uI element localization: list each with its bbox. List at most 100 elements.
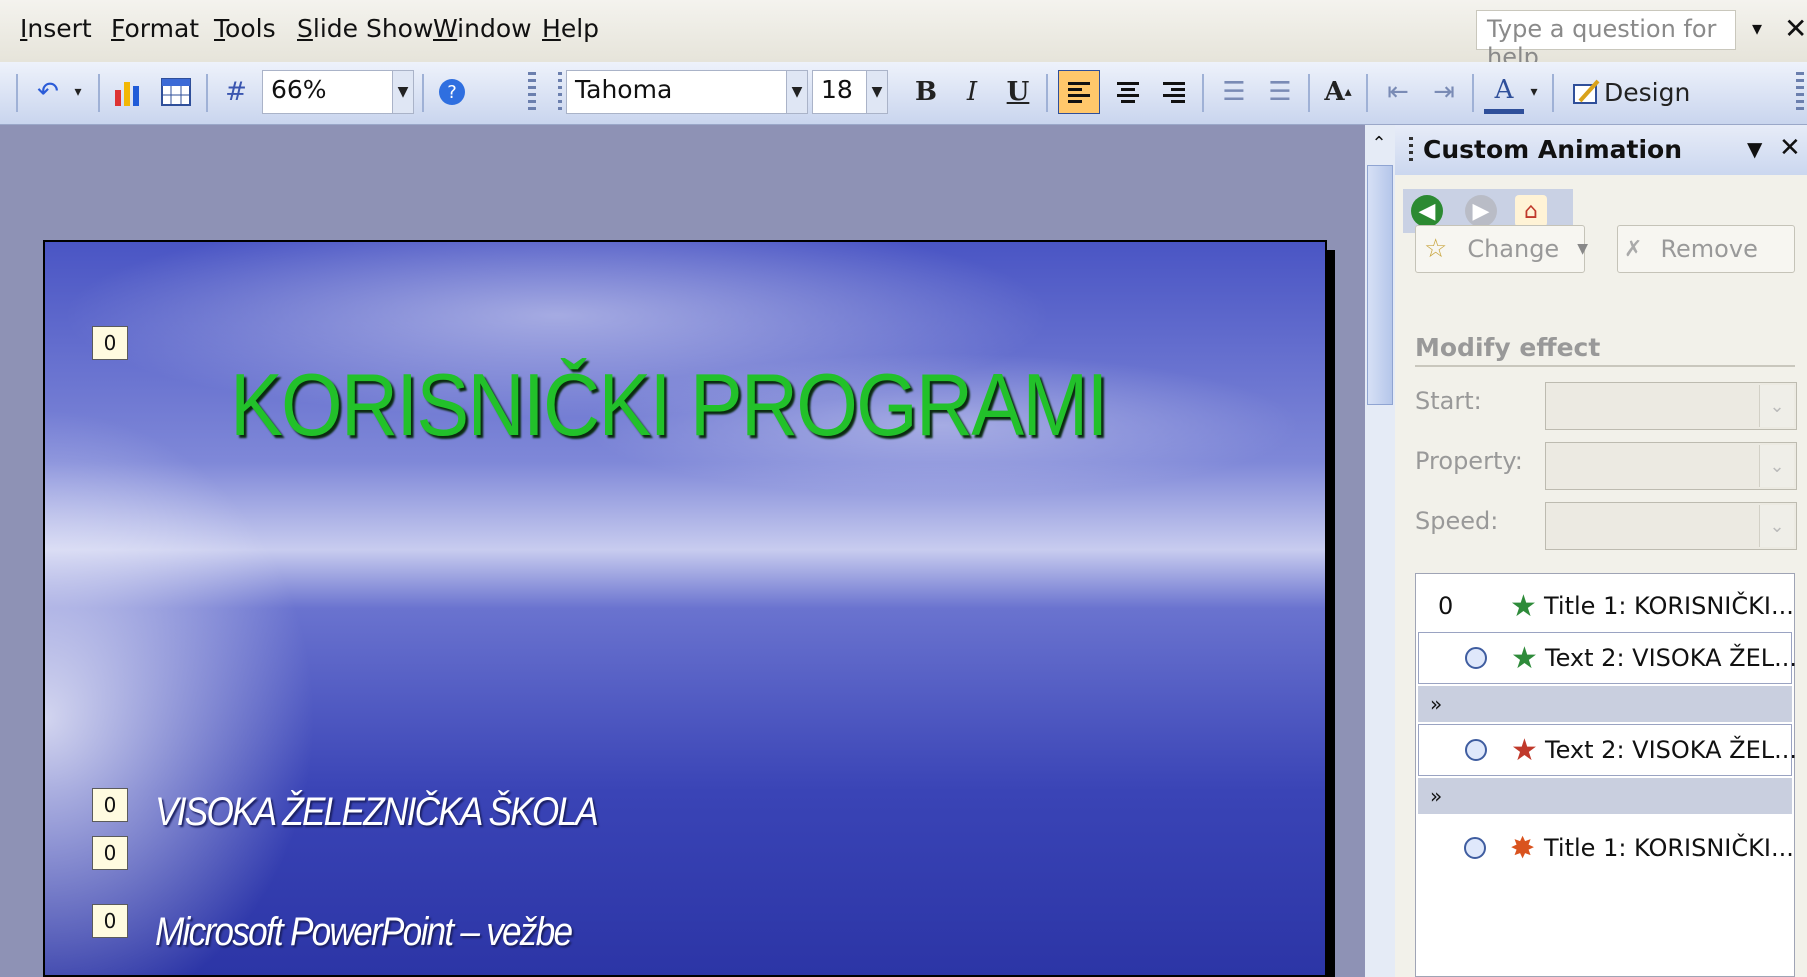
undo-dropdown-icon[interactable]: ▾	[68, 70, 88, 114]
numbering-icon[interactable]: ☰	[1214, 70, 1254, 114]
design-button[interactable]: Design	[1604, 70, 1690, 114]
list-item[interactable]: 0 ★ Title 1: KORISNIČKI...	[1418, 580, 1794, 632]
item-label: Text 2: VISOKA ŽEL...	[1545, 644, 1797, 672]
pane-grip[interactable]	[1409, 137, 1413, 165]
animation-tag[interactable]: 0	[92, 836, 128, 870]
expand-bar[interactable]: »	[1418, 686, 1792, 722]
toolbar-grip[interactable]	[558, 72, 562, 114]
animation-tag[interactable]: 0	[92, 326, 128, 360]
help-search-input[interactable]: Type a question for help	[1476, 10, 1736, 71]
formatting-toolbar: ↶ ▾ # 66% ▼ ? Tahoma ▼ 18 ▼ B I U ☰ ☰ A ▴…	[0, 62, 1807, 125]
design-icon[interactable]	[1568, 70, 1604, 114]
close-icon[interactable]: ✕	[1784, 12, 1807, 45]
slide-title[interactable]: KORISNIČKI PROGRAMI	[230, 354, 1109, 456]
property-select[interactable]: ⌄	[1545, 442, 1797, 490]
grid-icon[interactable]: #	[216, 70, 256, 114]
toolbar-overflow[interactable]	[1796, 72, 1804, 114]
toolbar-separator	[1202, 74, 1204, 112]
expand-chevron-icon[interactable]: »	[1430, 784, 1442, 808]
slide-canvas[interactable]: 0 KORISNIČKI PROGRAMI 0 0 VISOKA ŽELEZNI…	[43, 240, 1327, 977]
underline-button[interactable]: U	[998, 70, 1038, 114]
toolbar-separator	[1552, 74, 1554, 112]
forward-icon[interactable]: ▶	[1465, 195, 1497, 227]
scroll-thumb[interactable]	[1367, 165, 1393, 405]
toolbar-separator	[16, 74, 18, 112]
menu-format[interactable]: Format	[111, 14, 199, 43]
task-pane-header: Custom Animation ▼ ✕	[1395, 125, 1807, 175]
font-color-dropdown-icon[interactable]: ▾	[1524, 70, 1544, 114]
list-item[interactable]: ★ Text 2: VISOKA ŽEL...	[1418, 632, 1797, 684]
menu-help[interactable]: Help	[542, 14, 599, 43]
animation-list: 0 ★ Title 1: KORISNIČKI... ★ Text 2: VIS…	[1415, 573, 1797, 977]
list-item[interactable]: ✸ Title 1: KORISNIČKI...	[1418, 822, 1794, 874]
toolbar-separator	[422, 74, 424, 112]
scroll-up-icon[interactable]: ⌃	[1365, 129, 1393, 157]
italic-button[interactable]: I	[952, 70, 992, 114]
back-icon[interactable]: ◀	[1411, 195, 1443, 227]
menu-window[interactable]: Window	[433, 14, 532, 43]
remove-icon: ✗	[1624, 236, 1643, 262]
remove-button[interactable]: ✗ Remove	[1617, 225, 1795, 273]
item-label: Text 2: VISOKA ŽEL...	[1545, 736, 1797, 764]
toolbar-grip[interactable]	[528, 72, 536, 114]
slide-shadow	[1327, 250, 1335, 977]
toolbar-separator	[206, 74, 208, 112]
help-dropdown-icon[interactable]: ▾	[1752, 16, 1762, 40]
emphasis-star-icon: ✸	[1510, 830, 1536, 866]
section-divider	[1415, 365, 1795, 367]
decrease-indent-icon[interactable]: ⇤	[1378, 70, 1418, 114]
entrance-star-icon: ★	[1510, 588, 1537, 624]
slide-subtitle-line-1[interactable]: VISOKA ŽELEZNIČKA ŠKOLA	[155, 790, 599, 835]
clock-icon	[1465, 647, 1487, 669]
slide-subtitle-line-2[interactable]: Microsoft PowerPoint – vežbe	[155, 910, 573, 955]
zoom-dropdown-icon[interactable]: ▼	[392, 70, 414, 114]
start-select[interactable]: ⌄	[1545, 382, 1797, 430]
font-size-select[interactable]: 18	[812, 70, 870, 114]
help-icon[interactable]: ?	[432, 70, 472, 114]
entrance-star-icon: ★	[1511, 640, 1538, 676]
chevron-down-icon[interactable]: ⌄	[1759, 505, 1794, 547]
menu-insert[interactable]: Insert	[20, 14, 92, 43]
list-item[interactable]: ★ Text 2: VISOKA ŽEL...	[1418, 724, 1797, 776]
toolbar-separator	[1366, 74, 1368, 112]
menu-tools[interactable]: Tools	[214, 14, 276, 43]
bullets-icon[interactable]: ☰	[1260, 70, 1300, 114]
expand-chevron-icon[interactable]: »	[1430, 692, 1442, 716]
pane-close-icon[interactable]: ✕	[1779, 133, 1801, 163]
chevron-down-icon[interactable]: ⌄	[1759, 385, 1794, 427]
font-dropdown-icon[interactable]: ▼	[786, 70, 808, 114]
modify-effect-heading: Modify effect	[1415, 333, 1601, 362]
chart-icon[interactable]	[108, 70, 148, 114]
menu-slide-show[interactable]: Slide Show	[297, 14, 433, 43]
speed-select[interactable]: ⌄	[1545, 502, 1797, 550]
table-icon[interactable]	[156, 70, 196, 114]
vertical-scrollbar[interactable]: ⌃	[1365, 125, 1395, 977]
exit-star-icon: ★	[1511, 732, 1538, 768]
speed-label: Speed:	[1415, 507, 1499, 535]
change-button[interactable]: ☆ Change ▼	[1415, 225, 1588, 273]
undo-icon[interactable]: ↶	[30, 70, 66, 114]
grow-font-icon[interactable]: A ▴	[1318, 70, 1358, 114]
zoom-select[interactable]: 66%	[262, 70, 402, 114]
clock-icon	[1465, 739, 1487, 761]
bold-button[interactable]: B	[906, 70, 946, 114]
align-right-icon[interactable]	[1154, 70, 1194, 114]
clock-icon	[1464, 837, 1486, 859]
change-label: Change	[1467, 235, 1560, 263]
expand-bar[interactable]: »	[1418, 778, 1792, 814]
home-icon[interactable]: ⌂	[1515, 195, 1547, 227]
animation-tag[interactable]: 0	[92, 904, 128, 938]
change-dropdown-icon: ▼	[1577, 241, 1588, 257]
align-left-icon[interactable]	[1058, 70, 1100, 114]
pane-menu-icon[interactable]: ▼	[1747, 137, 1762, 161]
toolbar-separator	[1472, 74, 1474, 112]
font-select[interactable]: Tahoma	[566, 70, 792, 114]
chevron-down-icon[interactable]: ⌄	[1759, 445, 1794, 487]
center-icon[interactable]	[1108, 70, 1148, 114]
font-size-dropdown-icon[interactable]: ▼	[866, 70, 888, 114]
star-add-icon: ☆	[1424, 234, 1448, 264]
increase-indent-icon[interactable]: ⇥	[1424, 70, 1464, 114]
toolbar-separator	[98, 74, 100, 112]
animation-tag[interactable]: 0	[92, 788, 128, 822]
font-color-icon[interactable]: A	[1484, 70, 1524, 114]
